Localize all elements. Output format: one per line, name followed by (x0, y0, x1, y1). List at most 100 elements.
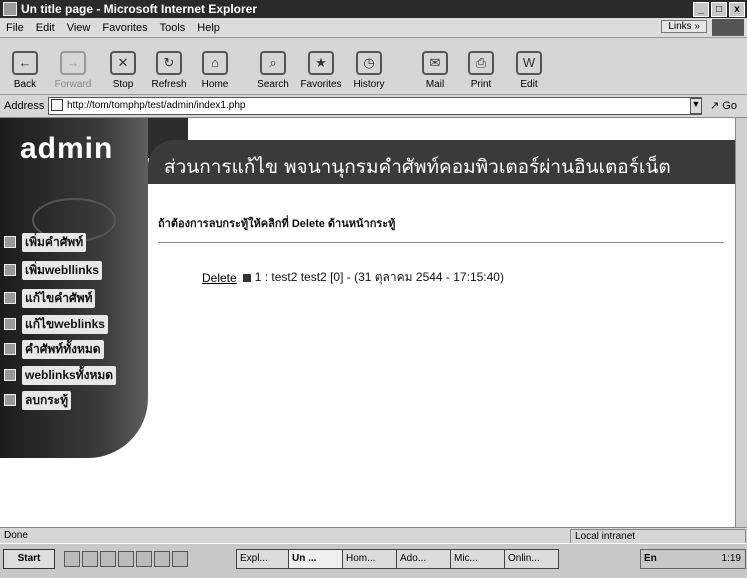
bullet-icon (4, 292, 16, 304)
menu-help[interactable]: Help (191, 22, 226, 34)
sidebar-item-delete-topic[interactable]: ลบกระทู้ (0, 390, 72, 410)
page-header: ส่วนการแก้ไข พจนานุกรมคำศัพท์คอมพิวเตอร์… (148, 140, 735, 184)
back-arrow-icon: ← (12, 51, 38, 75)
sidebar-item-label: แก้ไขคำศัพท์ (22, 288, 96, 308)
ie-icon (3, 2, 17, 16)
windows-logo-icon (712, 19, 744, 36)
window-controls: _ □ x (693, 2, 745, 17)
toolbar: ← Back → Forward ✕ Stop ↻ Refresh ⌂ Home ⌕ Sea… (0, 38, 747, 95)
vertical-scrollbar[interactable] (735, 118, 747, 527)
topic-entry: Delete 1 : test2 test2 [0] - (31 ตุลาคม … (202, 268, 504, 287)
sidebar-item-edit-weblinks[interactable]: แก้ไขweblinks (0, 314, 108, 334)
address-dropdown-icon[interactable]: ▼ (690, 98, 702, 114)
links-button[interactable]: Links » (661, 20, 707, 33)
history-icon: ◷ (356, 51, 382, 75)
task-adobe[interactable]: Ado... (396, 549, 451, 569)
menu-view[interactable]: View (61, 22, 97, 34)
task-explorer[interactable]: Expl... (236, 549, 289, 569)
stop-label: Stop (112, 79, 134, 90)
search-button[interactable]: ⌕ Search (250, 40, 296, 90)
admin-logo: admin (20, 132, 114, 165)
quick-launch-desktop-icon[interactable] (64, 551, 80, 567)
instruction-text: ถ้าต้องการลบกระทู้ให้คลิกที่ Delete ด้าน… (158, 218, 396, 230)
address-label: Address (4, 100, 45, 112)
favorites-button[interactable]: ★ Favorites (298, 40, 344, 90)
quick-launch-app-icon[interactable] (172, 551, 188, 567)
sidebar-item-label: คำศัพท์ทั้งหมด (22, 339, 104, 359)
bullet-icon (4, 369, 16, 381)
sidebar-item-label: แก้ไขweblinks (22, 314, 108, 334)
print-button[interactable]: ⎙ Print (458, 40, 504, 90)
address-url: http://tom/tomphp/test/admin/index1.php (67, 100, 246, 111)
sidebar-item-edit-word[interactable]: แก้ไขคำศัพท์ (0, 288, 96, 308)
stop-icon: ✕ (110, 51, 136, 75)
bullet-icon (4, 236, 16, 248)
menu-tools[interactable]: Tools (154, 22, 192, 34)
forward-arrow-icon: → (60, 51, 86, 75)
sidebar-item-label: weblinksทั้งหมด (22, 365, 117, 385)
address-input[interactable]: http://tom/tomphp/test/admin/index1.php (48, 97, 702, 115)
menu-file[interactable]: File (0, 22, 30, 34)
menu-edit[interactable]: Edit (30, 22, 61, 34)
minimize-button[interactable]: _ (693, 2, 709, 17)
quick-launch-app-icon[interactable] (136, 551, 152, 567)
bullet-icon (4, 394, 16, 406)
status-text: Done (4, 530, 28, 541)
back-label: Back (13, 79, 37, 90)
menu-bar: File Edit View Favorites Tools Help Link… (0, 18, 747, 38)
sidebar-item-all-words[interactable]: คำศัพท์ทั้งหมด (0, 339, 104, 359)
task-home[interactable]: Hom... (342, 549, 397, 569)
home-icon: ⌂ (202, 51, 228, 75)
quick-launch-ie-icon[interactable] (82, 551, 98, 567)
history-button[interactable]: ◷ History (346, 40, 392, 90)
topic-bullet-icon (242, 273, 251, 282)
refresh-button[interactable]: ↻ Refresh (146, 40, 192, 90)
back-button[interactable]: ← Back (2, 40, 48, 90)
home-button[interactable]: ⌂ Home (192, 40, 238, 90)
search-label: Search (257, 79, 289, 90)
forward-label: Forward (54, 79, 92, 90)
sidebar: admin เพิ่มคำศัพท์ เพิ่มwebllinks แก้ไขค… (0, 118, 188, 527)
start-button[interactable]: Start (3, 549, 55, 569)
sidebar-item-add-weblinks[interactable]: เพิ่มwebllinks (0, 260, 102, 280)
bullet-icon (4, 264, 16, 276)
close-button[interactable]: x (729, 2, 745, 17)
maximize-button[interactable]: □ (711, 2, 727, 17)
sidebar-item-label: เพิ่มคำศัพท์ (22, 232, 87, 252)
mail-icon: ✉ (422, 51, 448, 75)
system-tray: En 1:19 (640, 549, 746, 569)
address-bar: Address http://tom/tomphp/test/admin/ind… (0, 95, 747, 118)
delete-link[interactable]: Delete (202, 271, 237, 285)
sidebar-item-add-word[interactable]: เพิ่มคำศัพท์ (0, 232, 87, 252)
divider (158, 242, 724, 243)
clock: 1:19 (721, 553, 741, 564)
window-title: Un title page - Microsoft Internet Explo… (21, 2, 258, 16)
task-untitle-page[interactable]: Un ... (288, 549, 343, 569)
favorites-icon: ★ (308, 51, 334, 75)
security-zone: Local intranet (570, 529, 746, 544)
task-online[interactable]: Onlin... (504, 549, 559, 569)
page-icon (51, 99, 63, 112)
forward-button[interactable]: → Forward (50, 40, 96, 90)
topic-text: 1 : test2 test2 [0] - (31 ตุลาคม 2544 - … (254, 270, 504, 284)
window-titlebar: Un title page - Microsoft Internet Explo… (0, 0, 747, 18)
print-icon: ⎙ (468, 51, 494, 75)
language-indicator[interactable]: En (644, 553, 657, 564)
home-label: Home (201, 79, 229, 90)
bullet-icon (4, 343, 16, 355)
edit-icon: W (516, 51, 542, 75)
mail-button[interactable]: ✉ Mail (412, 40, 458, 90)
quick-launch-app-icon[interactable] (154, 551, 170, 567)
edit-button[interactable]: W Edit (506, 40, 552, 90)
start-label: Start (17, 553, 41, 564)
refresh-icon: ↻ (156, 51, 182, 75)
stop-button[interactable]: ✕ Stop (100, 40, 146, 90)
sidebar-item-label: เพิ่มwebllinks (22, 260, 102, 280)
quick-launch-outlook-icon[interactable] (100, 551, 116, 567)
sidebar-item-all-weblinks[interactable]: weblinksทั้งหมด (0, 365, 117, 385)
task-microsoft-word[interactable]: Mic... (450, 549, 505, 569)
quick-launch-app-icon[interactable] (118, 551, 134, 567)
page-content: admin เพิ่มคำศัพท์ เพิ่มwebllinks แก้ไขค… (0, 118, 735, 527)
go-button[interactable]: ↗ Go (710, 99, 737, 112)
menu-favorites[interactable]: Favorites (96, 22, 153, 34)
